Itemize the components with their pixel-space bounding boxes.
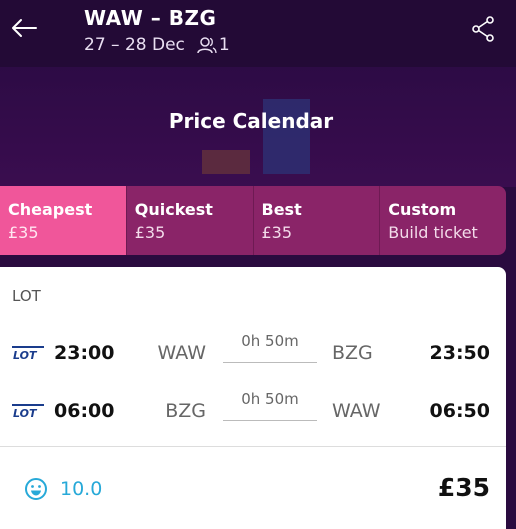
route-title: WAW – BZG <box>84 6 217 30</box>
flight-result-card[interactable]: LOT LOT 23:00 WAW 0h 50m BZG 23:50 LOT 0… <box>0 267 506 529</box>
svg-text:LOT: LOT <box>13 407 38 418</box>
sort-tabs: Cheapest £35 Quickest £35 Best £35 Custo… <box>0 186 506 255</box>
duration-line <box>223 420 317 421</box>
tab-value: Build ticket <box>388 223 478 242</box>
card-divider <box>0 446 506 447</box>
tab-value: £35 <box>261 223 293 242</box>
share-icon <box>472 16 494 42</box>
trip-dates: 27 – 28 Dec <box>84 35 185 55</box>
svg-text:LOT: LOT <box>13 349 38 360</box>
flight-duration: 0h 50m <box>241 332 299 350</box>
airline-name: LOT <box>12 287 41 305</box>
tab-label: Best <box>261 200 302 219</box>
passenger-count-value: 1 <box>218 35 230 55</box>
origin-airport: WAW <box>157 342 207 364</box>
arrival-time: 06:50 <box>429 400 490 422</box>
tab-label: Quickest <box>134 200 213 219</box>
arrival-time: 23:50 <box>429 342 490 364</box>
score-badge: 10.0 <box>24 477 102 501</box>
smiley-icon <box>25 478 47 500</box>
lot-logo-icon: LOT <box>12 346 44 360</box>
score-value: 10.0 <box>60 478 103 500</box>
back-button[interactable] <box>8 12 40 44</box>
duration-line <box>223 362 317 363</box>
destination-airport: BZG <box>332 342 373 364</box>
tab-best[interactable]: Best £35 <box>254 186 381 255</box>
price-calendar-banner[interactable]: Price Calendar <box>0 67 516 187</box>
tab-quickest[interactable]: Quickest £35 <box>127 186 254 255</box>
trip-details: 27 – 28 Dec 1 <box>84 35 230 55</box>
destination-airport: WAW <box>332 400 381 422</box>
app-header: WAW – BZG 27 – 28 Dec 1 <box>0 0 516 67</box>
price-calendar-title: Price Calendar <box>168 109 334 133</box>
arrow-left-icon <box>12 19 37 37</box>
calendar-bar-decoration <box>202 150 250 174</box>
return-leg: LOT 06:00 BZG 0h 50m WAW 06:50 <box>0 390 506 432</box>
tab-label: Custom <box>388 200 457 219</box>
ticket-price: £35 <box>437 473 490 502</box>
origin-airport: BZG <box>165 400 206 422</box>
flight-duration: 0h 50m <box>241 390 299 408</box>
person-icon <box>197 37 217 54</box>
tab-label: Cheapest <box>8 200 93 219</box>
outbound-leg: LOT 23:00 WAW 0h 50m BZG 23:50 <box>0 332 506 374</box>
tab-value: £35 <box>134 223 166 242</box>
share-button[interactable] <box>468 14 498 44</box>
tab-value: £35 <box>8 223 39 242</box>
departure-time: 23:00 <box>54 342 115 364</box>
passenger-count: 1 <box>197 35 230 55</box>
departure-time: 06:00 <box>54 400 115 422</box>
lot-logo-icon: LOT <box>12 404 44 418</box>
tab-cheapest[interactable]: Cheapest £35 <box>0 186 127 255</box>
tab-custom[interactable]: Custom Build ticket <box>380 186 506 255</box>
